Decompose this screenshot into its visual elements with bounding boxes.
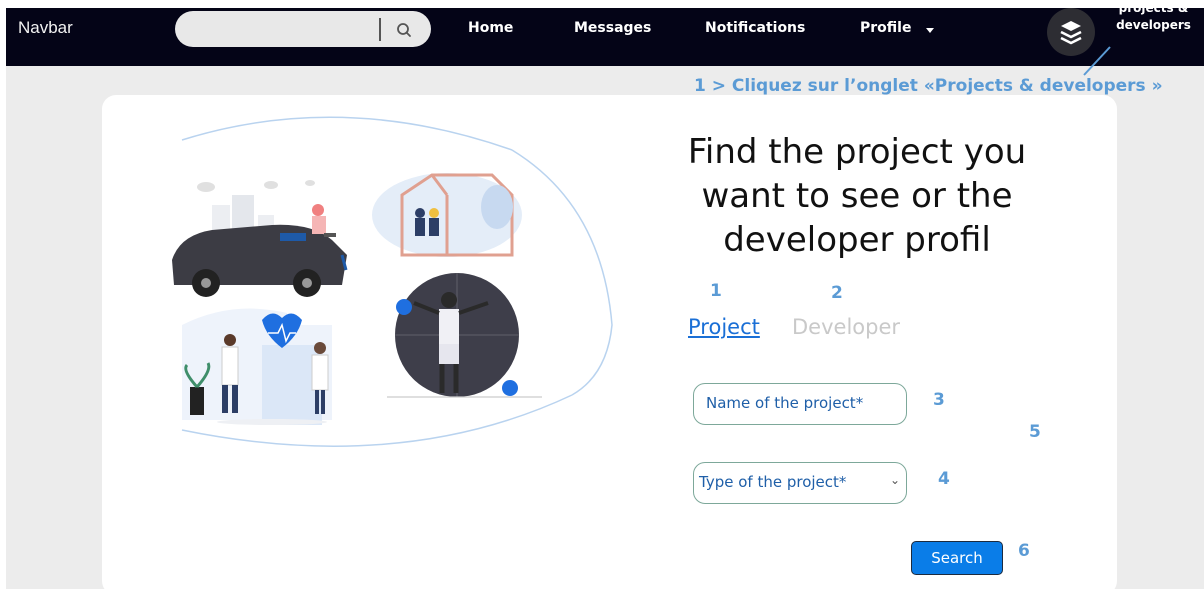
annotation-number-2: 2 — [831, 283, 843, 303]
annotation-number-1: 1 — [710, 281, 722, 301]
chevron-down-icon: ⌄ — [889, 473, 900, 487]
nav-home[interactable]: Home — [468, 20, 513, 36]
projects-developers-line1: projects & — [1118, 8, 1189, 15]
people-illustration — [172, 116, 613, 447]
page-frame: Navbar Home Messages Notifications Profi… — [6, 8, 1204, 589]
heading-line-1: Find the project you — [687, 132, 1027, 172]
heading-line-3: developer profil — [723, 220, 991, 260]
search-input[interactable] — [189, 17, 373, 43]
projects-developers-tab[interactable]: projects & developers — [1103, 8, 1204, 34]
profile-dropdown-icon[interactable] — [926, 28, 934, 33]
search-divider — [379, 18, 381, 41]
project-type-select[interactable]: Type of the project* ⌄ — [693, 462, 907, 504]
project-type-value: Type of the project* — [699, 473, 847, 491]
annotation-number-5: 5 — [1029, 422, 1041, 442]
nav-messages[interactable]: Messages — [574, 20, 651, 36]
navbar-brand[interactable]: Navbar — [18, 18, 73, 38]
project-name-input[interactable] — [704, 393, 898, 413]
annotation-number-3: 3 — [933, 390, 945, 410]
search-icon[interactable] — [393, 19, 415, 41]
layers-icon[interactable] — [1047, 8, 1095, 56]
project-name-field[interactable] — [693, 383, 907, 425]
tab-project[interactable]: Project — [688, 315, 760, 339]
annotation-number-4: 4 — [938, 469, 950, 489]
heading-line-2: want to see or the — [701, 176, 1013, 216]
navbar-search — [175, 11, 431, 47]
search-button[interactable]: Search — [911, 541, 1003, 575]
annotation-step-title: 1 > Cliquez sur l’onglet «Projects & dev… — [694, 76, 1163, 96]
projects-developers-line2: developers — [1116, 18, 1191, 32]
navbar: Navbar Home Messages Notifications Profi… — [6, 8, 1204, 66]
nav-notifications[interactable]: Notifications — [705, 20, 805, 36]
tab-developer[interactable]: Developer — [792, 315, 900, 339]
annotation-number-6: 6 — [1018, 541, 1030, 561]
main-card: Find the project you want to see or the … — [102, 95, 1117, 589]
page-heading: Find the project you want to see or the … — [662, 130, 1052, 262]
nav-profile[interactable]: Profile — [860, 20, 911, 36]
